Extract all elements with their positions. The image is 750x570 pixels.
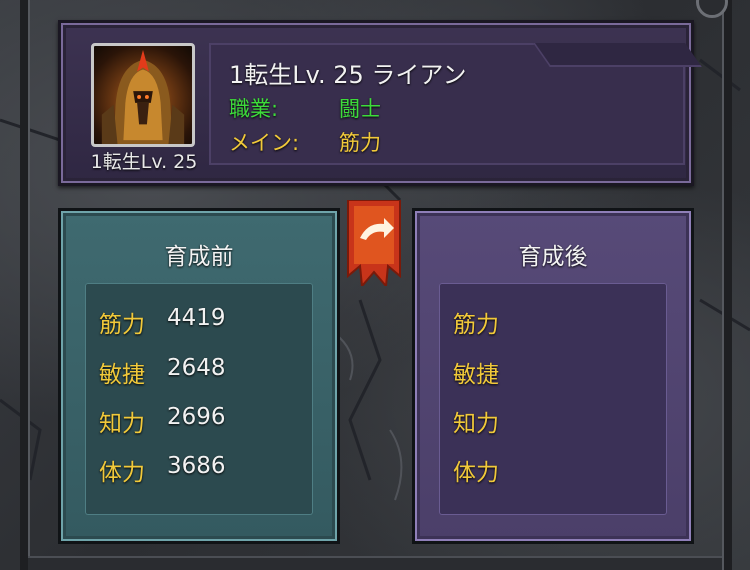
stat-value: 4419: [167, 305, 226, 331]
stat-label: 体力: [453, 460, 499, 486]
before-stat-box: 筋力 4419 敏捷 2648 知力 2696 体力 3686: [85, 283, 313, 515]
hero-card: 1転生Lv. 25 1転生Lv. 25 ライアン 職業: 闘士 メイン: 筋力: [58, 20, 694, 186]
before-title: 育成前: [164, 244, 234, 270]
main-stat-value: 筋力: [339, 131, 381, 155]
warrior-helmet-icon: [101, 49, 185, 144]
stat-label: 敏捷: [99, 362, 145, 388]
hero-name: 1転生Lv. 25 ライアン: [229, 61, 467, 89]
stat-value: 2696: [167, 404, 226, 430]
stat-label: 筋力: [453, 312, 499, 338]
after-panel: 育成後 筋力 敏捷 知力 体力: [412, 208, 694, 544]
hero-portrait[interactable]: [91, 43, 195, 147]
stat-value: 2648: [167, 355, 226, 381]
job-value: 闘士: [339, 97, 381, 121]
bottom-frame-strip: [28, 556, 722, 570]
stat-label: 筋力: [99, 312, 145, 338]
stat-label: 体力: [99, 460, 145, 486]
stat-label: 知力: [453, 411, 499, 437]
after-stat-box: 筋力 敏捷 知力 体力: [439, 283, 667, 515]
before-panel: 育成前 筋力 4419 敏捷 2648 知力 2696 体力 3686: [58, 208, 340, 544]
stat-value: 3686: [167, 453, 226, 479]
after-title: 育成後: [518, 244, 588, 270]
main-stat-label: メイン:: [229, 131, 300, 155]
portrait-level: 1転生Lv. 25: [90, 151, 198, 173]
stat-label: 敏捷: [453, 362, 499, 388]
job-label: 職業:: [229, 97, 279, 121]
stat-label: 知力: [99, 411, 145, 437]
arrow-ribbon-icon: [344, 200, 404, 286]
